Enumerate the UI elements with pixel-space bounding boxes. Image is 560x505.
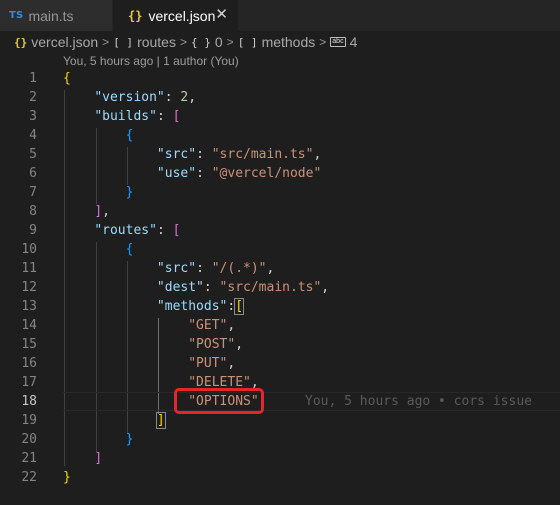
tab-vercel-json[interactable]: {} vercel.json ✕ xyxy=(113,0,238,31)
inline-git-blame: You, 5 hours ago • cors issue xyxy=(305,394,532,409)
close-icon[interactable]: ✕ xyxy=(215,5,228,23)
line-number: 15 xyxy=(21,337,37,352)
code-line: 14 "GET", xyxy=(0,316,560,335)
code-line: 11 "src": "/(.*)", xyxy=(0,259,560,278)
breadcrumb-item-routes[interactable]: routes xyxy=(137,34,176,50)
code-line: 8 ], xyxy=(0,202,560,221)
array-icon: [ ] xyxy=(237,35,258,49)
breadcrumb-item-0[interactable]: 0 xyxy=(215,34,223,50)
code-line: 16 "PUT", xyxy=(0,354,560,373)
json-icon: {} xyxy=(128,8,143,23)
line-number: 9 xyxy=(29,223,37,238)
typescript-icon: TS xyxy=(9,10,24,21)
line-number: 21 xyxy=(21,451,37,466)
code-line: 17 "DELETE", xyxy=(0,373,560,392)
breadcrumb-item-4[interactable]: 4 xyxy=(350,34,358,50)
tab-label: main.ts xyxy=(28,7,74,24)
tab-label: vercel.json xyxy=(148,7,216,24)
code-line-current: 18 "OPTIONS" You, 5 hours ago • cors issu… xyxy=(0,392,560,411)
line-number: 12 xyxy=(21,280,37,295)
code-line: 9 "routes": [ xyxy=(0,221,560,240)
line-number: 2 xyxy=(29,90,37,105)
array-icon: [ ] xyxy=(113,35,134,49)
line-number: 18 xyxy=(21,394,37,409)
tab-main-ts[interactable]: TS main.ts xyxy=(0,0,112,31)
json-icon: {} xyxy=(14,35,28,49)
object-icon: { } xyxy=(191,35,211,49)
line-number: 22 xyxy=(21,470,37,485)
code-line: 13 "methods":[ xyxy=(0,297,560,316)
chevron-right-icon: > xyxy=(179,35,187,49)
code-line: 21 ] xyxy=(0,449,560,468)
code-line: 1{ xyxy=(0,69,560,88)
code-line: 10 { xyxy=(0,240,560,259)
chevron-right-icon: > xyxy=(226,35,234,49)
line-number: 4 xyxy=(29,128,37,143)
tab-bar: TS main.ts {} vercel.json ✕ xyxy=(0,0,560,31)
code-line: 3 "builds": [ xyxy=(0,107,560,126)
code-line: 20 } xyxy=(0,430,560,449)
line-number: 17 xyxy=(21,375,37,390)
code-line: 12 "dest": "src/main.ts", xyxy=(0,278,560,297)
line-number: 8 xyxy=(29,204,37,219)
line-number: 3 xyxy=(29,109,37,124)
code-line: 6 "use": "@vercel/node" xyxy=(0,164,560,183)
git-blame-codelens[interactable]: You, 5 hours ago | 1 author (You) xyxy=(63,54,239,68)
line-number: 13 xyxy=(21,299,37,314)
breadcrumb: {} vercel.json > [ ] routes > { } 0 > [ … xyxy=(0,31,560,53)
line-number: 5 xyxy=(29,147,37,162)
line-number: 14 xyxy=(21,318,37,333)
string-icon: abc xyxy=(330,37,346,47)
code-line: 19 ] xyxy=(0,411,560,430)
breadcrumb-item-methods[interactable]: methods xyxy=(262,34,316,50)
breadcrumb-file[interactable]: vercel.json xyxy=(31,34,98,50)
code-editor[interactable]: 1{ 2 "version": 2, 3 "builds": [ 4 { 5 "… xyxy=(0,69,560,487)
code-line: 7 } xyxy=(0,183,560,202)
code-line: 22} xyxy=(0,468,560,487)
chevron-right-icon: > xyxy=(319,35,327,49)
line-number: 7 xyxy=(29,185,37,200)
line-number: 1 xyxy=(29,71,37,86)
code-line: 2 "version": 2, xyxy=(0,88,560,107)
red-annotation-box xyxy=(174,388,264,414)
code-line: 5 "src": "src/main.ts", xyxy=(0,145,560,164)
line-number: 16 xyxy=(21,356,37,371)
line-number: 19 xyxy=(21,413,37,428)
code-line: 15 "POST", xyxy=(0,335,560,354)
line-number: 11 xyxy=(21,261,37,276)
chevron-right-icon: > xyxy=(102,35,110,49)
line-number: 10 xyxy=(21,242,37,257)
line-number: 6 xyxy=(29,166,37,181)
code-line: 4 { xyxy=(0,126,560,145)
line-number: 20 xyxy=(21,432,37,447)
